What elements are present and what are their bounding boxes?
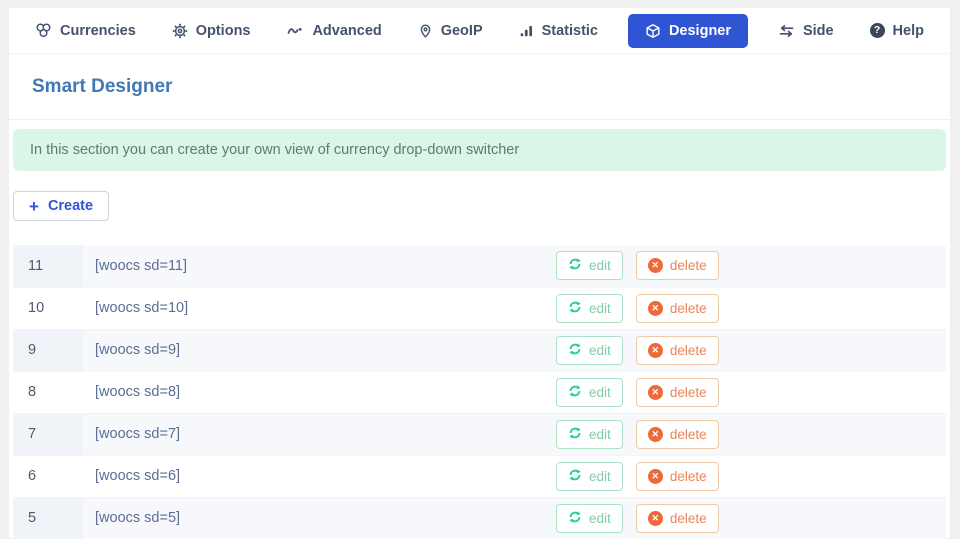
edit-button-label: edit: [589, 510, 611, 526]
row-shortcode: [woocs sd=10]: [83, 286, 556, 329]
page-content: In this section you can create your own …: [9, 120, 950, 539]
delete-button[interactable]: ✕ delete: [635, 335, 719, 365]
row-id: 7: [13, 412, 83, 455]
table-row: 6 [woocs sd=6] edit ✕ delete: [13, 454, 946, 497]
delete-button-label: delete: [669, 384, 707, 400]
edit-button-label: edit: [589, 342, 611, 358]
tab-help[interactable]: ? Help: [864, 15, 930, 47]
delete-button-label: delete: [669, 468, 707, 484]
create-button[interactable]: + Create: [13, 191, 110, 221]
edit-button[interactable]: edit: [556, 293, 623, 323]
row-shortcode: [woocs sd=9]: [83, 328, 556, 371]
x-circle-icon: ✕: [647, 342, 663, 358]
tab-label: Side: [802, 22, 834, 39]
delete-button-label: delete: [669, 510, 707, 526]
sync-icon: [568, 426, 582, 443]
tab-options[interactable]: Options: [166, 15, 257, 47]
delete-button[interactable]: ✕ delete: [635, 293, 719, 323]
table-row: 10 [woocs sd=10] edit ✕ delete: [13, 286, 946, 329]
top-nav: Currencies Options Advanced GeoIP Statis…: [9, 8, 950, 54]
edit-button-label: edit: [589, 384, 611, 400]
edit-button[interactable]: edit: [556, 377, 623, 407]
edit-button-label: edit: [589, 468, 611, 484]
table-row: 7 [woocs sd=7] edit ✕ delete: [13, 412, 946, 455]
delete-button-label: delete: [669, 426, 707, 442]
x-circle-icon: ✕: [647, 384, 663, 400]
cube-icon: [645, 23, 661, 39]
tab-label: Advanced: [312, 22, 382, 39]
edit-button[interactable]: edit: [556, 335, 623, 365]
tab-side[interactable]: Side: [772, 15, 840, 47]
coins-icon: [35, 22, 52, 39]
sync-icon: [568, 300, 582, 317]
gear-icon: [172, 23, 188, 39]
row-shortcode: [woocs sd=5]: [83, 496, 556, 539]
delete-button-label: delete: [669, 258, 707, 274]
info-alert: In this section you can create your own …: [13, 129, 946, 171]
row-shortcode: [woocs sd=11]: [95, 257, 188, 274]
x-circle-icon: ✕: [647, 468, 663, 484]
tab-geoip[interactable]: GeoIP: [412, 15, 489, 47]
tab-statistic[interactable]: Statistic: [513, 15, 604, 47]
tab-label: GeoIP: [440, 22, 483, 39]
edit-button-label: edit: [589, 300, 611, 316]
edit-button[interactable]: edit: [556, 251, 623, 281]
x-circle-icon: ✕: [647, 300, 663, 316]
tab-currencies[interactable]: Currencies: [29, 14, 142, 47]
edit-button-label: edit: [589, 426, 611, 442]
row-id: 10: [13, 286, 83, 329]
map-pin-icon: [418, 23, 433, 39]
edit-button[interactable]: edit: [556, 419, 623, 449]
row-shortcode: [woocs sd=7]: [83, 412, 556, 455]
row-id: 8: [13, 370, 83, 413]
tab-label: Currencies: [60, 22, 136, 39]
tab-label: Help: [892, 22, 924, 39]
edit-button[interactable]: edit: [556, 461, 623, 491]
tab-label: Designer: [668, 22, 732, 39]
designer-table: 11 [woocs sd=11] edit ✕ delete 10 [woocs…: [13, 245, 946, 539]
delete-button[interactable]: ✕ delete: [635, 503, 719, 533]
delete-button[interactable]: ✕ delete: [635, 419, 719, 449]
row-id: 6: [13, 454, 83, 497]
question-icon: ?: [869, 23, 885, 38]
tab-designer[interactable]: Designer: [627, 13, 749, 48]
sync-icon: [568, 342, 582, 359]
delete-button-label: delete: [669, 342, 707, 358]
tab-label: Statistic: [541, 22, 598, 39]
row-shortcode: [woocs sd=8]: [83, 370, 556, 413]
table-row: 5 [woocs sd=5] edit ✕ delete: [13, 496, 946, 539]
delete-button[interactable]: ✕ delete: [635, 377, 719, 407]
row-id: 9: [13, 328, 83, 371]
edit-button-label: edit: [589, 258, 611, 274]
wave-icon: [286, 23, 304, 39]
swap-arrows-icon: [778, 23, 795, 39]
sync-icon: [568, 468, 582, 485]
tab-advanced[interactable]: Advanced: [280, 15, 387, 47]
delete-button-label: delete: [669, 300, 707, 316]
bar-chart-icon: [519, 23, 534, 39]
sync-icon: [568, 384, 582, 401]
row-id: 5: [13, 496, 83, 539]
delete-button[interactable]: ✕ delete: [635, 461, 719, 491]
table-row: 8 [woocs sd=8] edit ✕ delete: [13, 370, 946, 413]
plus-icon: +: [29, 196, 39, 216]
plugin-admin-panel: Currencies Options Advanced GeoIP Statis…: [9, 8, 950, 539]
table-row: 9 [woocs sd=9] edit ✕ delete: [13, 328, 946, 371]
page-title: Smart Designer: [32, 76, 173, 97]
x-circle-icon: ✕: [647, 426, 663, 442]
x-circle-icon: ✕: [647, 258, 663, 274]
create-button-label: Create: [47, 198, 94, 214]
sync-icon: [568, 257, 582, 274]
delete-button[interactable]: ✕ delete: [635, 251, 719, 281]
table-row: 11 [woocs sd=11] edit ✕ delete: [13, 245, 946, 287]
edit-button[interactable]: edit: [556, 503, 623, 533]
sync-icon: [568, 510, 582, 527]
row-shortcode: [woocs sd=6]: [83, 454, 556, 497]
page-header: Smart Designer: [9, 54, 950, 120]
x-circle-icon: ✕: [647, 510, 663, 526]
row-id: 11: [13, 245, 83, 287]
tab-label: Options: [195, 22, 251, 39]
